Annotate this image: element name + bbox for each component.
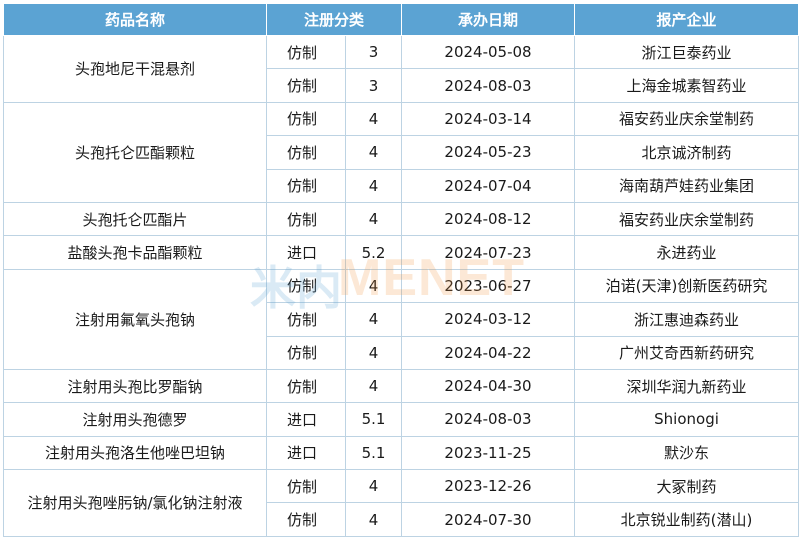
registration-class-cell: 3 [344,68,403,103]
registration-type-cell: 仿制 [266,335,346,370]
company-cell: 广州艾奇西新药研究 [574,335,800,370]
date-cell: 2024-07-30 [401,502,576,537]
date-cell: 2024-08-12 [401,201,576,237]
registration-type-cell: 进口 [266,435,346,471]
registration-type-cell: 进口 [266,235,346,270]
table-row: 注射用氟氧头孢钠 仿制 4 2023-06-27 泊诺(天津)创新医药研究 [3,268,800,370]
registration-class-cell: 4 [344,302,403,337]
registration-class-cell: 4 [344,135,403,170]
date-cell: 2024-03-14 [401,101,576,137]
drug-name-cell: 头孢托仑匹酯片 [3,201,267,237]
date-cell: 2024-05-08 [401,34,576,70]
registration-type-cell: 仿制 [266,168,346,203]
registration-type-cell: 仿制 [266,469,346,504]
header-date: 承办日期 [401,3,576,36]
company-cell: 北京锐业制药(潜山) [574,502,800,537]
date-cell: 2024-08-03 [401,68,576,103]
table-row: 注射用头孢比罗酯钠 仿制 4 2024-04-30 深圳华润九新药业 [3,368,800,404]
table-body: 头孢地尼干混悬剂 仿制 3 2024-05-08 浙江巨泰药业 仿制 3 2024-08-03… [3,34,800,537]
registration-class-cell: 4 [344,368,403,404]
company-cell: Shionogi [574,402,800,437]
date-cell: 2023-06-27 [401,268,576,304]
date-cell: 2024-04-30 [401,368,576,404]
company-cell: 浙江惠迪森药业 [574,302,800,337]
table-row: 盐酸头孢卡品酯颗粒 进口 5.2 2024-07-23 永进药业 [3,235,800,270]
date-cell: 2024-07-04 [401,168,576,203]
drug-name-cell: 注射用头孢唑肟钠/氯化钠注射液 [3,469,267,537]
registration-class-cell: 4 [344,168,403,203]
company-cell: 浙江巨泰药业 [574,34,800,70]
date-cell: 2024-08-03 [401,402,576,437]
registration-class-cell: 4 [344,502,403,537]
registration-class-cell: 4 [344,335,403,370]
table-row: 头孢地尼干混悬剂 仿制 3 2024-05-08 浙江巨泰药业 [3,34,800,103]
registration-class-cell: 4 [344,469,403,504]
table-row: 注射用头孢德罗 进口 5.1 2024-08-03 Shionogi [3,402,800,437]
header-company: 报产企业 [574,3,800,36]
registration-class-cell: 4 [344,201,403,237]
header-registration-category: 注册分类 [265,3,403,36]
company-cell: 大冢制药 [574,469,800,504]
company-cell: 默沙东 [574,435,800,471]
registration-type-cell: 仿制 [266,135,346,170]
company-cell: 上海金城素智药业 [574,68,800,103]
date-cell: 2024-03-12 [401,302,576,337]
header-drug-name: 药品名称 [3,3,267,36]
date-cell: 2023-11-25 [401,435,576,471]
table-row: 注射用头孢洛生他唑巴坦钠 进口 5.1 2023-11-25 默沙东 [3,435,800,471]
table-row: 头孢托仑匹酯片 仿制 4 2024-08-12 福安药业庆余堂制药 [3,201,800,237]
drug-name-cell: 注射用头孢德罗 [3,402,267,437]
registration-type-cell: 仿制 [266,302,346,337]
table-row: 注射用头孢唑肟钠/氯化钠注射液 仿制 4 2023-12-26 大冢制药 [3,469,800,537]
drug-name-cell: 注射用头孢洛生他唑巴坦钠 [3,435,267,471]
date-cell: 2024-07-23 [401,235,576,270]
drug-name-cell: 注射用氟氧头孢钠 [3,268,267,370]
registration-type-cell: 仿制 [266,368,346,404]
registration-class-cell: 5.1 [344,435,403,471]
company-cell: 永进药业 [574,235,800,270]
drug-name-cell: 盐酸头孢卡品酯颗粒 [3,235,267,270]
date-cell: 2023-12-26 [401,469,576,504]
registration-class-cell: 5.2 [344,235,403,270]
drug-registration-table: 药品名称 注册分类 承办日期 报产企业 头孢地尼干混悬剂 仿制 3 2024-05-0… [3,3,800,537]
registration-type-cell: 仿制 [266,34,346,70]
drug-name-cell: 头孢托仑匹酯颗粒 [3,101,267,203]
drug-name-cell: 注射用头孢比罗酯钠 [3,368,267,404]
registration-type-cell: 仿制 [266,201,346,237]
registration-class-cell: 4 [344,101,403,137]
registration-type-cell: 仿制 [266,68,346,103]
company-cell: 海南葫芦娃药业集团 [574,168,800,203]
table-header-row: 药品名称 注册分类 承办日期 报产企业 [3,3,800,36]
registration-type-cell: 进口 [266,402,346,437]
company-cell: 北京诚济制药 [574,135,800,170]
date-cell: 2024-05-23 [401,135,576,170]
registration-class-cell: 5.1 [344,402,403,437]
registration-class-cell: 3 [344,34,403,70]
date-cell: 2024-04-22 [401,335,576,370]
company-cell: 深圳华润九新药业 [574,368,800,404]
company-cell: 福安药业庆余堂制药 [574,101,800,137]
table-row: 头孢托仑匹酯颗粒 仿制 4 2024-03-14 福安药业庆余堂制药 [3,101,800,203]
registration-class-cell: 4 [344,268,403,304]
company-cell: 福安药业庆余堂制药 [574,201,800,237]
registration-type-cell: 仿制 [266,268,346,304]
drug-name-cell: 头孢地尼干混悬剂 [3,35,267,103]
company-cell: 泊诺(天津)创新医药研究 [574,268,800,304]
registration-type-cell: 仿制 [266,101,346,137]
registration-type-cell: 仿制 [266,502,346,537]
